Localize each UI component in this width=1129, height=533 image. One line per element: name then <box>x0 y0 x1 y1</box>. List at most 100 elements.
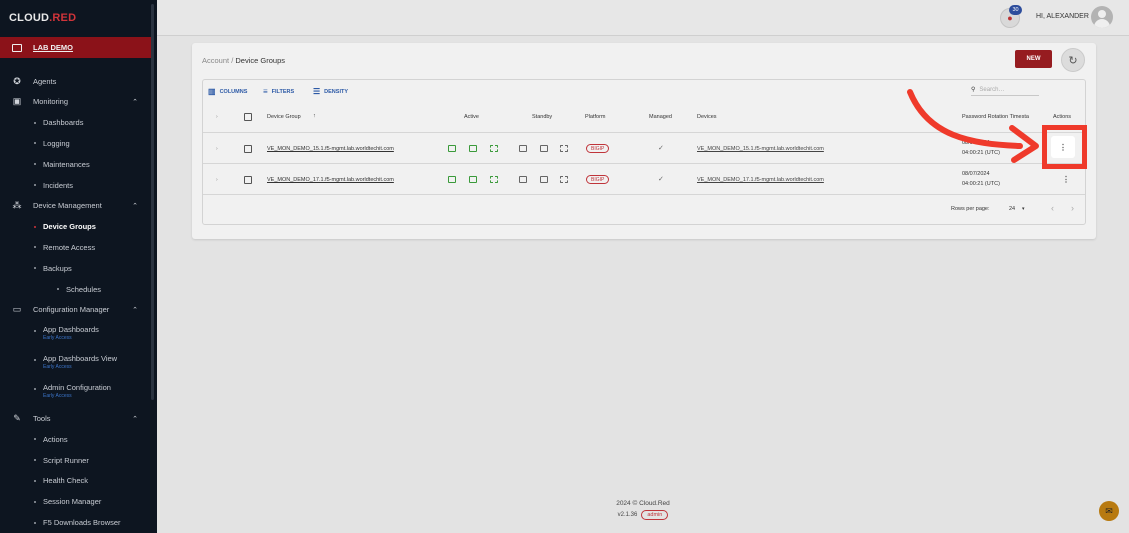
table-row[interactable]: › VE_MON_DEMO_17.1.f5-mgmt.lab.worldtech… <box>203 165 1085 195</box>
chevron-up-icon[interactable]: ⌃ <box>132 98 138 106</box>
standby-device-icon[interactable] <box>519 145 527 152</box>
brand-logo[interactable]: CL O UD. RED <box>0 0 157 36</box>
header-device-group[interactable]: Device Group <box>267 114 301 120</box>
sidebar-item-label: App Dashboards View <box>43 353 118 363</box>
row-checkbox[interactable] <box>244 145 252 153</box>
tools-icon: ✎ <box>13 413 21 423</box>
sidebar-item-label: Logging <box>43 138 70 148</box>
chat-icon[interactable]: ✉ <box>1099 501 1119 521</box>
sidebar-item-schedules[interactable]: Schedules <box>0 281 151 297</box>
header-managed[interactable]: Managed <box>649 114 672 120</box>
bullet-dot <box>34 267 36 270</box>
sidebar-item-device-groups[interactable]: Device Groups <box>0 219 151 235</box>
standby-terminal-icon[interactable] <box>540 145 548 152</box>
role-badge: admin <box>641 510 669 520</box>
select-all-checkbox[interactable] <box>244 113 252 121</box>
refresh-icon[interactable]: ↻ <box>1061 48 1085 72</box>
sidebar-item-label: Admin Configuration <box>43 383 111 393</box>
bullet-dot <box>34 500 36 503</box>
sidebar-item-actions[interactable]: Actions <box>0 431 151 447</box>
bullet-dot <box>34 438 36 441</box>
sidebar-item-label: Maintenances <box>43 159 90 169</box>
header-standby[interactable]: Standby <box>532 114 552 120</box>
bullet-dot <box>34 163 36 166</box>
chevron-up-icon[interactable]: ⌃ <box>132 415 138 423</box>
sidebar-item-health-check[interactable]: Health Check <box>0 473 151 489</box>
row-expand-icon[interactable]: › <box>216 146 218 152</box>
device-management-icon: ⁂ <box>12 200 22 211</box>
sidebar-item-remote-access[interactable]: Remote Access <box>0 239 151 255</box>
chevron-up-icon[interactable]: ⌃ <box>132 202 138 210</box>
sidebar-item-app-dashboards-view[interactable]: App Dashboards View Early Access <box>0 352 151 374</box>
header-active[interactable]: Active <box>464 114 479 120</box>
sidebar-item-maintenances[interactable]: Maintenances <box>0 156 151 172</box>
sidebar-item-session-manager[interactable]: Session Manager <box>0 494 151 510</box>
device-group-link[interactable]: VE_MON_DEMO_15.1.f5-mgmt.lab.worldtechit… <box>267 146 394 152</box>
device-link[interactable]: VE_MON_DEMO_17.1.f5-mgmt.lab.worldtechit… <box>697 177 824 183</box>
active-tree-icon[interactable] <box>490 176 498 183</box>
filters-button[interactable]: ≡ FILTERS <box>263 87 294 96</box>
sidebar-item-label: Script Runner <box>43 455 89 465</box>
rows-per-page-select[interactable]: 24 <box>1009 206 1015 212</box>
sort-asc-icon[interactable]: ↑ <box>313 113 316 119</box>
bullet-dot <box>34 329 36 332</box>
sidebar: CL O UD. RED LAB DEMO ✪ Agents ▣ Monitoring ⌃ Da… <box>0 0 157 533</box>
active-device-icon[interactable] <box>448 145 456 152</box>
sidebar-item-agents[interactable]: ✪ Agents <box>0 73 151 89</box>
lab-label: LAB DEMO <box>33 43 73 52</box>
columns-button[interactable]: ▥ COLUMNS <box>208 87 247 96</box>
active-tree-icon[interactable] <box>490 145 498 152</box>
brand-text-red: RED <box>52 12 77 24</box>
sidebar-item-f5-downloads-browser[interactable]: F5 Downloads Browser <box>0 515 151 531</box>
rotation-date: 08/07/2024 <box>962 171 990 177</box>
lab-selector[interactable]: LAB DEMO <box>0 37 151 58</box>
sidebar-item-configuration-manager[interactable]: ▭ Configuration Manager ⌃ <box>0 302 151 318</box>
filters-label: FILTERS <box>271 88 295 95</box>
standby-terminal-icon[interactable] <box>540 176 548 183</box>
next-page-icon[interactable]: › <box>1071 203 1074 213</box>
row-actions-menu-icon[interactable]: ⋮ <box>1062 175 1070 184</box>
active-terminal-icon[interactable] <box>469 145 477 152</box>
sidebar-item-logging[interactable]: Logging <box>0 135 151 151</box>
monitoring-icon: ▣ <box>12 96 22 107</box>
sidebar-item-monitoring[interactable]: ▣ Monitoring ⌃ <box>0 94 151 110</box>
sidebar-item-script-runner[interactable]: Script Runner <box>0 452 151 468</box>
sidebar-item-device-management[interactable]: ⁂ Device Management ⌃ <box>0 198 151 214</box>
new-button[interactable]: NEW <box>1015 50 1052 68</box>
row-expand-icon[interactable]: › <box>216 177 218 183</box>
bullet-dot <box>34 358 36 361</box>
sidebar-item-dashboards[interactable]: Dashboards <box>0 115 151 131</box>
row-checkbox[interactable] <box>244 176 252 184</box>
notification-count-badge: 30 <box>1009 5 1022 15</box>
device-link[interactable]: VE_MON_DEMO_15.1.f5-mgmt.lab.worldtechit… <box>697 146 824 152</box>
chevron-up-icon[interactable]: ⌃ <box>132 306 138 314</box>
bullet-dot <box>34 225 36 228</box>
sidebar-item-incidents[interactable]: Incidents <box>0 177 151 193</box>
standby-device-icon[interactable] <box>519 176 527 183</box>
row-actions-menu-icon-highlighted[interactable]: ⋮ <box>1051 136 1075 158</box>
density-icon: ☰ <box>313 87 321 96</box>
header-platform[interactable]: Platform <box>585 114 605 120</box>
user-greeting[interactable]: HI, ALEXANDER <box>1036 13 1089 20</box>
sidebar-item-admin-configuration[interactable]: Admin Configuration Early Access <box>0 381 151 403</box>
sidebar-item-backups[interactable]: Backups <box>0 260 151 276</box>
standby-tree-icon[interactable] <box>560 145 568 152</box>
standby-tree-icon[interactable] <box>560 176 568 183</box>
user-avatar[interactable] <box>1091 6 1113 28</box>
header-devices[interactable]: Devices <box>697 114 717 120</box>
density-button[interactable]: ☰ DENSITY <box>313 87 348 96</box>
sidebar-item-tools[interactable]: ✎ Tools ⌃ <box>0 411 151 427</box>
active-device-icon[interactable] <box>448 176 456 183</box>
sidebar-scrollbar[interactable] <box>151 4 154 400</box>
early-access-label: Early Access <box>43 393 72 400</box>
rows-per-page-chevron-icon[interactable]: ▾ <box>1022 206 1025 212</box>
device-group-link[interactable]: VE_MON_DEMO_17.1.f5-mgmt.lab.worldtechit… <box>267 177 394 183</box>
breadcrumb-account[interactable]: Account <box>202 56 229 65</box>
highlight-arrow <box>907 89 1039 163</box>
monitor-icon <box>12 43 22 52</box>
prev-page-icon[interactable]: ‹ <box>1051 203 1054 213</box>
active-terminal-icon[interactable] <box>469 176 477 183</box>
copyright: 2024 © Cloud.Red <box>616 500 670 507</box>
platform-badge: BIGIP <box>586 175 610 184</box>
sidebar-item-app-dashboards[interactable]: App Dashboards Early Access <box>0 323 151 345</box>
